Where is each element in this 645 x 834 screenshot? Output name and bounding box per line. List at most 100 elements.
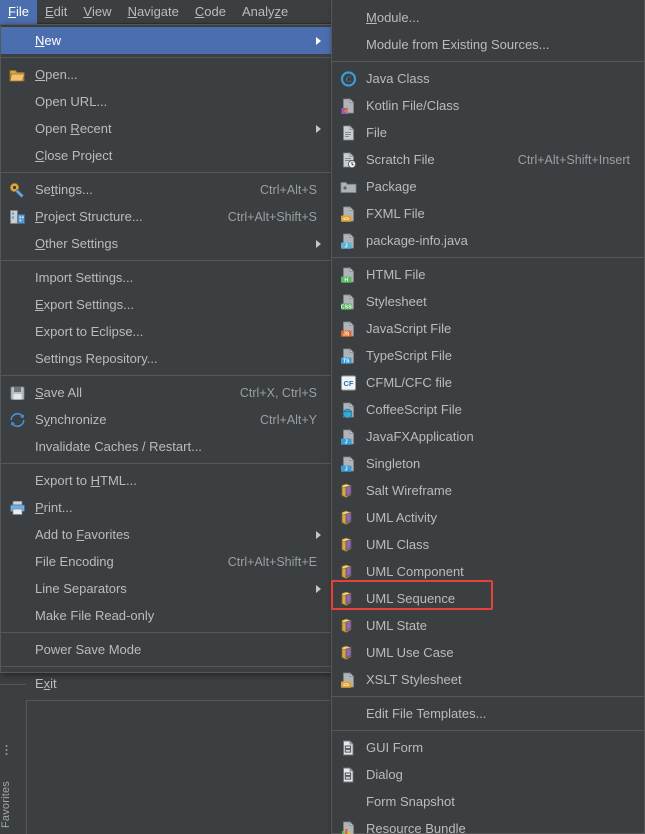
new-submenu-item-label: Dialog [366,767,403,782]
fxml-file-icon: <> [340,205,357,222]
new-submenu-separator [332,730,644,731]
file-menu-item-open[interactable]: Open... [1,61,331,88]
new-submenu-item-package-info-java[interactable]: Jpackage-info.java [332,227,644,254]
menubar-item-edit[interactable]: Edit [37,0,75,24]
new-submenu-item-module-from-existing-sources[interactable]: Module from Existing Sources... [332,31,644,58]
save-all-icon [9,384,26,401]
new-submenu-item-uml-activity[interactable]: UML Activity [332,504,644,531]
new-submenu-item-html-file[interactable]: H HTML File [332,261,644,288]
file-menu-item-label: Make File Read-only [35,608,155,623]
file-menu-item-label: File Encoding [35,554,114,569]
javascript-file-icon: JS [340,320,357,337]
new-submenu-item-label: HTML File [366,267,426,282]
new-submenu-item-dialog[interactable]: Dialog [332,761,644,788]
new-submenu-item-form-snapshot[interactable]: Form Snapshot [332,788,644,815]
menubar-item-code[interactable]: Code [187,0,234,24]
file-menu-item-label: Power Save Mode [35,642,142,657]
new-submenu-item-label: Singleton [366,456,421,471]
file-menu-item-label: New [35,33,62,48]
file-menu-separator [1,57,331,58]
new-submenu-item-fxml-file[interactable]: <> FXML File [332,200,644,227]
file-menu-item-invalidate-caches-restart[interactable]: Invalidate Caches / Restart... [1,433,331,460]
file-menu-item-file-encoding[interactable]: File Encoding Ctrl+Alt+Shift+E [1,548,331,575]
favorites-drag-handle-icon [5,744,8,756]
settings-gear-icon [9,181,26,198]
file-menu-item-export-to-html[interactable]: Export to HTML... [1,467,331,494]
file-menu-item-power-save-mode[interactable]: Power Save Mode [1,636,331,663]
uml-diagram-icon [340,563,357,580]
file-menu-item-export-settings[interactable]: Export Settings... [1,291,331,318]
file-menu-item-make-file-read-only[interactable]: Make File Read-only [1,602,331,629]
new-submenu-item-scratch-file[interactable]: Scratch File Ctrl+Alt+Shift+Insert [332,146,644,173]
new-submenu-item-java-class[interactable]: C Java Class [332,65,644,92]
new-submenu-item-label: Scratch File [366,152,435,167]
new-submenu-item-label: Edit File Templates... [366,706,487,721]
new-submenu-item-javafxapplication[interactable]: J JavaFXApplication [332,423,644,450]
menubar-item-navigate[interactable]: Navigate [120,0,187,24]
svg-text:H: H [344,277,348,283]
java-class-icon: C [340,70,357,87]
new-submenu-item-javascript-file[interactable]: JS JavaScript File [332,315,644,342]
file-menu-item-label: Import Settings... [35,270,134,285]
file-menu-item-line-separators[interactable]: Line Separators [1,575,331,602]
new-submenu-item-cfml-cfc-file[interactable]: CF CFML/CFC file [332,369,644,396]
file-menu-item-label: Open URL... [35,94,108,109]
file-menu-item-add-to-favorites[interactable]: Add to Favorites [1,521,331,548]
new-submenu-item-file[interactable]: File [332,119,644,146]
new-submenu-item-label: UML Component [366,564,464,579]
new-submenu-item-label: CFML/CFC file [366,375,452,390]
sidebar-item-favorites[interactable]: Favorites [0,781,26,828]
dialog-icon [340,766,357,783]
file-menu-item-new[interactable]: New [1,27,331,54]
file-menu-item-export-to-eclipse[interactable]: Export to Eclipse... [1,318,331,345]
new-submenu-item-module[interactable]: Module... [332,4,644,31]
uml-diagram-icon [340,617,357,634]
resource-bundle-icon [340,820,357,834]
file-menu-item-import-settings[interactable]: Import Settings... [1,264,331,291]
uml-diagram-icon [340,590,357,607]
new-submenu-item-label: File [366,125,387,140]
new-submenu-item-edit-file-templates[interactable]: Edit File Templates... [332,700,644,727]
new-submenu-item-label: UML Sequence [366,591,456,606]
new-submenu-item-kotlin-file-class[interactable]: Kotlin File/Class [332,92,644,119]
new-submenu-item-resource-bundle[interactable]: Resource Bundle [332,815,644,834]
new-submenu-item-package[interactable]: Package [332,173,644,200]
menubar-item-file[interactable]: File [0,0,37,24]
new-submenu-item-singleton[interactable]: J Singleton [332,450,644,477]
file-menu-item-settings-repository[interactable]: Settings Repository... [1,345,331,372]
svg-text:<>: <> [343,682,349,688]
new-submenu-item-label: JavaScript File [366,321,452,336]
submenu-arrow-icon [316,584,321,593]
file-menu-item-open-url[interactable]: Open URL... [1,88,331,115]
new-submenu-item-salt-wireframe[interactable]: Salt Wireframe [332,477,644,504]
file-menu-item-exit[interactable]: Exit [1,670,331,697]
file-menu-item-synchronize[interactable]: Synchronize Ctrl+Alt+Y [1,406,331,433]
css-file-icon: CSS [340,293,357,310]
file-menu-separator [1,463,331,464]
file-menu-item-open-recent[interactable]: Open Recent [1,115,331,142]
new-submenu-item-shortcut: Ctrl+Alt+Shift+Insert [517,152,630,167]
new-submenu-item-uml-state[interactable]: UML State [332,612,644,639]
new-submenu-item-label: Resource Bundle [366,821,466,834]
svg-text:TS: TS [343,358,350,364]
new-submenu-item-coffeescript-file[interactable]: CoffeeScript File [332,396,644,423]
new-submenu-item-uml-use-case[interactable]: UML Use Case [332,639,644,666]
new-submenu-item-typescript-file[interactable]: TS TypeScript File [332,342,644,369]
file-menu-item-settings[interactable]: Settings... Ctrl+Alt+S [1,176,331,203]
file-menu-item-print[interactable]: Print... [1,494,331,521]
new-submenu-item-stylesheet[interactable]: CSS Stylesheet [332,288,644,315]
file-menu-item-close-project[interactable]: Close Project [1,142,331,169]
new-submenu-item-gui-form[interactable]: GUI Form [332,734,644,761]
file-menu-item-save-all[interactable]: Save All Ctrl+X, Ctrl+S [1,379,331,406]
file-menu-item-other-settings[interactable]: Other Settings [1,230,331,257]
scratch-file-icon [340,151,357,168]
file-menu-item-label: Save All [35,385,82,400]
menubar-item-view[interactable]: View [75,0,119,24]
menubar-item-analyze[interactable]: Analy z e [234,0,296,24]
submenu-arrow-icon [316,124,321,133]
new-submenu-item-xslt-stylesheet[interactable]: <> XSLT Stylesheet [332,666,644,693]
new-submenu-item-uml-component[interactable]: UML Component [332,558,644,585]
file-menu-item-project-structure[interactable]: Project Structure... Ctrl+Alt+Shift+S [1,203,331,230]
new-submenu-item-uml-class[interactable]: UML Class [332,531,644,558]
new-submenu-item-uml-sequence[interactable]: UML Sequence [332,585,644,612]
